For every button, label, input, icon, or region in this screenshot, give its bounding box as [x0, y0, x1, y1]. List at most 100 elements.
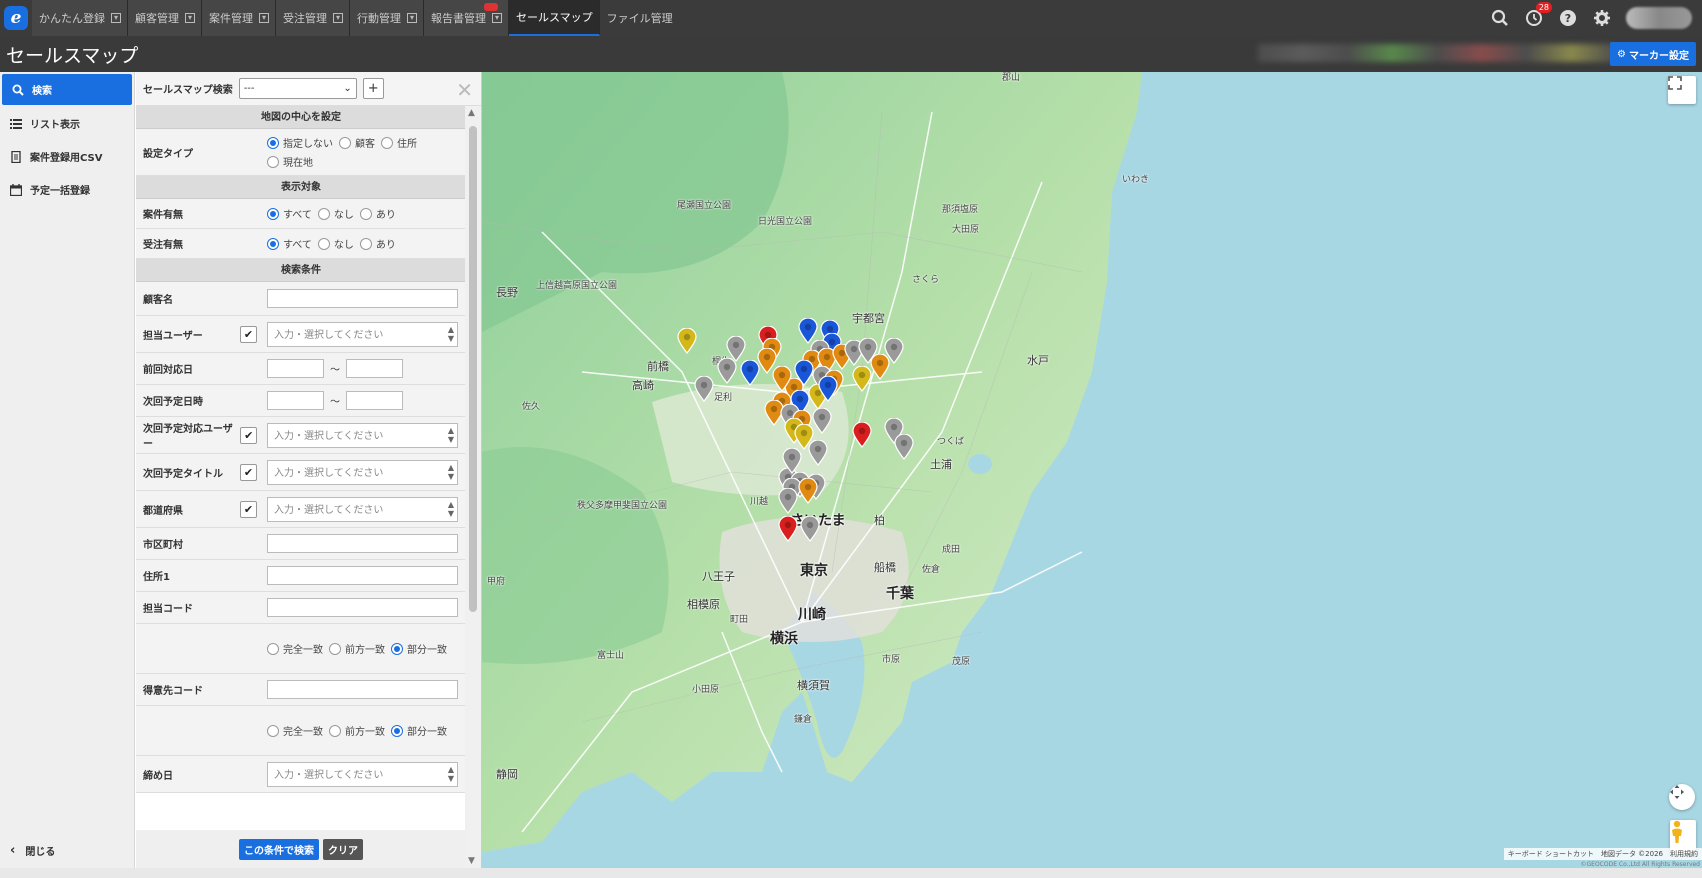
gear-icon[interactable] — [1592, 8, 1612, 28]
map-marker-pin[interactable] — [852, 422, 872, 448]
menu-bulk-schedule[interactable]: 予定一括登録 — [0, 173, 134, 206]
app-logo[interactable]: e — [0, 0, 32, 36]
pan-control-button[interactable] — [1669, 784, 1695, 810]
next-user-checkbox[interactable]: ✔ — [240, 426, 257, 444]
tanto-code-input[interactable] — [267, 598, 458, 617]
customer-name-input[interactable] — [267, 289, 458, 308]
user-avatar[interactable] — [1626, 7, 1692, 29]
radio-anken-all[interactable]: すべて — [267, 206, 312, 221]
address1-input[interactable] — [267, 566, 458, 585]
tanto-user-checkbox[interactable]: ✔ — [240, 325, 257, 343]
next-date-from[interactable] — [267, 391, 324, 410]
tab-anken[interactable]: 案件管理 ▾ — [202, 0, 276, 36]
search-submit-button[interactable]: この条件で検索 — [239, 838, 319, 860]
help-icon[interactable]: ? — [1558, 8, 1578, 28]
tab-customer[interactable]: 顧客管理 ▾ — [128, 0, 202, 36]
map-marker-pin[interactable] — [782, 448, 802, 474]
close-icon[interactable]: ✕ — [456, 78, 473, 102]
map-marker-pin[interactable] — [852, 366, 872, 392]
scroll-thumb[interactable] — [469, 126, 477, 612]
last-date-to[interactable] — [346, 359, 403, 378]
map-marker-pin[interactable] — [677, 328, 697, 354]
add-search-button[interactable]: + — [362, 78, 384, 99]
radio-customer[interactable]: 顧客 — [339, 135, 375, 150]
radio-address[interactable]: 住所 — [381, 135, 417, 150]
map-marker-pin[interactable] — [798, 478, 818, 504]
fullscreen-button[interactable] — [1668, 76, 1696, 104]
row-customer-name: 顧客名 — [136, 282, 466, 316]
scroll-down-icon[interactable]: ▼ — [468, 856, 475, 866]
radio-juchu-none[interactable]: なし — [317, 236, 354, 251]
panel-scrollbar[interactable]: ▲ ▼ — [465, 106, 481, 868]
next-title-checkbox[interactable]: ✔ — [240, 463, 257, 481]
prefecture-combo[interactable]: 入力・選択してください ▲ ▼ — [267, 496, 458, 522]
tab-juchu[interactable]: 受注管理 ▾ — [276, 0, 350, 36]
menu-list[interactable]: リスト表示 — [0, 107, 134, 140]
tab-action[interactable]: 行動管理 ▾ — [350, 0, 424, 36]
radio-none[interactable]: 指定しない — [267, 135, 333, 150]
map-marker-pin[interactable] — [772, 366, 792, 392]
radio-anken-none[interactable]: なし — [317, 206, 354, 221]
radio-prefix-2[interactable]: 前方一致 — [329, 723, 385, 738]
map-marker-pin[interactable] — [894, 434, 914, 460]
last-date-from[interactable] — [267, 359, 324, 378]
tab-kantan[interactable]: かんたん登録 ▾ — [32, 0, 128, 36]
svg-text:?: ? — [1565, 12, 1571, 25]
menu-csv[interactable]: 案件登録用CSV — [0, 140, 134, 173]
next-user-combo[interactable]: 入力・選択してください ▲ ▼ — [267, 422, 458, 448]
map-marker-pin[interactable] — [717, 358, 737, 384]
map-marker-pin[interactable] — [778, 488, 798, 514]
tokui-code-input[interactable] — [267, 680, 458, 699]
radio-anken-yes[interactable]: あり — [359, 206, 396, 221]
top-navigation: e かんたん登録 ▾ 顧客管理 ▾ 案件管理 ▾ 受注管理 ▾ 行動管理 ▾ 報告書管理 ▾… — [0, 0, 1702, 36]
row-tokui-code-match: 完全一致 前方一致 部分一致 — [136, 706, 466, 756]
saved-search-select[interactable]: --- ⌄ — [238, 78, 357, 99]
radio-exact[interactable]: 完全一致 — [267, 641, 323, 656]
map-marker-pin[interactable] — [778, 516, 798, 542]
map-marker-pin[interactable] — [812, 408, 832, 434]
radio-juchu-all[interactable]: すべて — [267, 236, 312, 251]
search-icon[interactable] — [1490, 8, 1510, 28]
close-menu-button[interactable]: ‹ 閉じる — [10, 843, 55, 858]
place-label: 佐倉 — [922, 565, 941, 575]
tab-sales-map[interactable]: セールスマップ — [509, 0, 600, 36]
dropdown-icon: ▾ — [259, 13, 269, 23]
row-address1: 住所1 — [136, 560, 466, 592]
tanto-user-combo[interactable]: 入力・選択してください ▲ ▼ — [267, 321, 458, 347]
pegman-icon — [1672, 820, 1682, 843]
title-bar: セールスマップ ⚙ マーカー設定 — [0, 36, 1702, 72]
tab-file[interactable]: ファイル管理 — [600, 0, 679, 36]
radio-juchu-yes[interactable]: あり — [359, 236, 396, 251]
map-marker-pin[interactable] — [800, 516, 820, 542]
radio-partial-2[interactable]: 部分一致 — [391, 723, 447, 738]
radio-prefix[interactable]: 前方一致 — [329, 641, 385, 656]
scroll-up-icon[interactable]: ▲ — [468, 108, 475, 118]
map-marker-pin[interactable] — [818, 376, 838, 402]
clock-icon[interactable]: 28 — [1524, 2, 1552, 28]
next-date-to[interactable] — [346, 391, 403, 410]
place-label: 小田原 — [692, 685, 720, 695]
section-conditions: 検索条件 — [136, 259, 466, 282]
row-next-title: 次回予定タイトル ✔ 入力・選択してください ▲ ▼ — [136, 454, 466, 491]
next-title-combo[interactable]: 入力・選択してください ▲ ▼ — [267, 459, 458, 485]
place-label: 那須塩原 — [942, 205, 979, 215]
marker-settings-button[interactable]: ⚙ マーカー設定 — [1610, 42, 1696, 66]
radio-partial[interactable]: 部分一致 — [391, 641, 447, 656]
row-juchu: 受注有無 すべて なし あり — [136, 229, 466, 259]
search-form: 地図の中心を設定 設定タイプ 指定しない 顧客 住所 現在地 表示対象 案件有無… — [136, 106, 466, 830]
radio-exact-2[interactable]: 完全一致 — [267, 723, 323, 738]
tab-report[interactable]: 報告書管理 ▾ — [424, 0, 509, 36]
radio-current[interactable]: 現在地 — [267, 154, 313, 169]
city-input[interactable] — [267, 534, 458, 553]
sales-map[interactable]: 東京 横浜 千葉 川崎 さいたま 前橋 高崎 宇都宮 水戸 八王子 相模原 船橋… — [482, 72, 1702, 868]
map-attribution[interactable]: キーボード ショートカット 地図データ ©2026 利用規約 — [1503, 848, 1702, 860]
prefecture-checkbox[interactable]: ✔ — [240, 500, 257, 518]
map-marker-pin[interactable] — [694, 376, 714, 402]
clear-button[interactable]: クリア — [323, 838, 363, 860]
logo-icon: e — [4, 6, 28, 30]
menu-search[interactable]: 検索 — [2, 74, 132, 105]
map-marker-pin[interactable] — [808, 440, 828, 466]
shime-combo[interactable]: 入力・選択してください ▲ ▼ — [267, 761, 458, 787]
spinner-icon: ▲ ▼ — [447, 764, 454, 783]
map-marker-pin[interactable] — [884, 338, 904, 364]
